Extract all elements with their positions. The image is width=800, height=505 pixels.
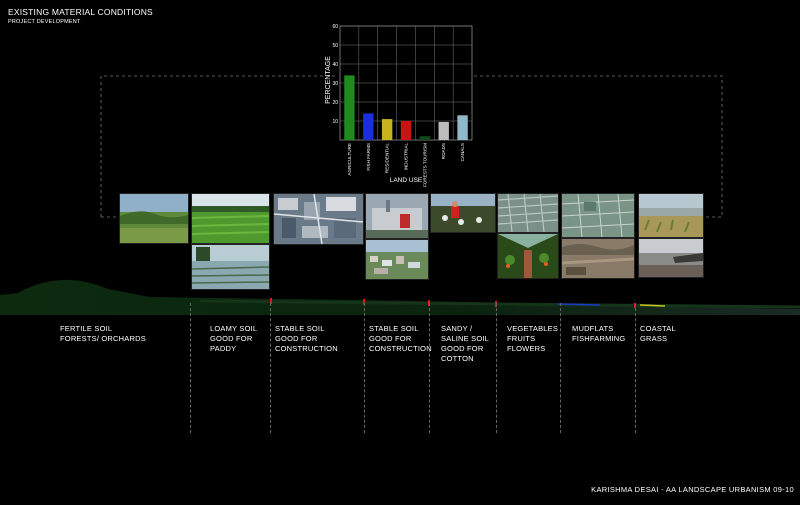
chart-y-tick-label: 60 [332, 24, 338, 30]
chart-bar-fish-farms [363, 113, 374, 140]
chart-x-tick-label: CANALS [460, 143, 465, 161]
photo-fish-ponds-aerial [561, 193, 635, 238]
zone-loamy-soil: LOAMY SOIL GOOD FOR PADDY [210, 324, 258, 353]
zone-divider [190, 303, 191, 433]
chart-bar-roads [438, 121, 449, 140]
chart-y-tick-label: 40 [332, 62, 338, 68]
zone-divider [496, 303, 497, 433]
water-edge-marker [557, 303, 601, 306]
chart-y-tick-label: 20 [332, 100, 338, 106]
zone-divider [560, 303, 561, 433]
chart-bar-canals [457, 115, 468, 140]
photo-industrial-site [365, 193, 429, 239]
coast-edge-marker [639, 304, 666, 307]
zone-stable-soil-1: STABLE SOIL GOOD FOR CONSTRUCTION [275, 324, 338, 353]
chart-y-tick-label: 10 [332, 119, 338, 125]
chart-y-tick-label: 50 [332, 43, 338, 49]
chart-bar-agriculture [344, 75, 355, 140]
zone-sandy-soil: SANDY / SALINE SOIL GOOD FOR COTTON [441, 324, 490, 363]
photo-paddy-green [191, 193, 270, 244]
zone-divider [635, 303, 636, 433]
chart-x-tick-label: INDUSTRIAL [404, 143, 409, 171]
chart-x-label: LAND USE [390, 177, 423, 184]
terrain-section [0, 279, 800, 315]
zone-mudflats: MUDFLATS FISHFARMING [572, 324, 626, 343]
chart-bars [344, 75, 468, 140]
terrain-profile [0, 279, 800, 315]
zone-divider [364, 303, 365, 433]
photo-fertile-field [119, 193, 189, 244]
chart-bar-forests-tourism [419, 136, 431, 140]
chart-y-ticks: 10 20 30 40 50 60 [332, 24, 338, 125]
chart-x-tick-label: RESIDENTIAL [385, 143, 390, 174]
photo-cotton-worker [430, 193, 496, 233]
land-use-chart: 10 20 30 40 50 60 AGRICULTURE FISH FARMS RESIDE… [325, 24, 473, 187]
photo-greenhouse-roof [497, 193, 559, 233]
chart-x-tick-label: ROADS [441, 143, 446, 159]
author-credit: KARISHMA DESAI - AA LANDSCAPE URBANISM 0… [591, 485, 794, 494]
chart-x-tick-label: FORESTS TOURISM [422, 143, 427, 187]
zone-stable-soil-2: STABLE SOIL GOOD FOR CONSTRUCTION [369, 324, 432, 353]
chart-y-tick-label: 30 [332, 81, 338, 87]
chart-x-tick-label: AGRICULTURE [347, 143, 352, 176]
zone-fertile-soil: FERTILE SOIL FORESTS/ ORCHARDS [60, 324, 146, 343]
chart-x-tick-label: FISH FARMS [366, 143, 371, 171]
zone-coastal: COASTAL GRASS [640, 324, 676, 343]
chart-bar-industrial [400, 121, 412, 140]
chart-bar-residential [381, 119, 393, 140]
chart-y-label: PERCENTAGE [325, 56, 332, 104]
photo-coastal-grass [638, 193, 704, 238]
photo-aerial-construction [273, 193, 364, 245]
zone-divider [270, 303, 271, 433]
zone-vegetables: VEGETABLES FRUITS FLOWERS [507, 324, 559, 353]
